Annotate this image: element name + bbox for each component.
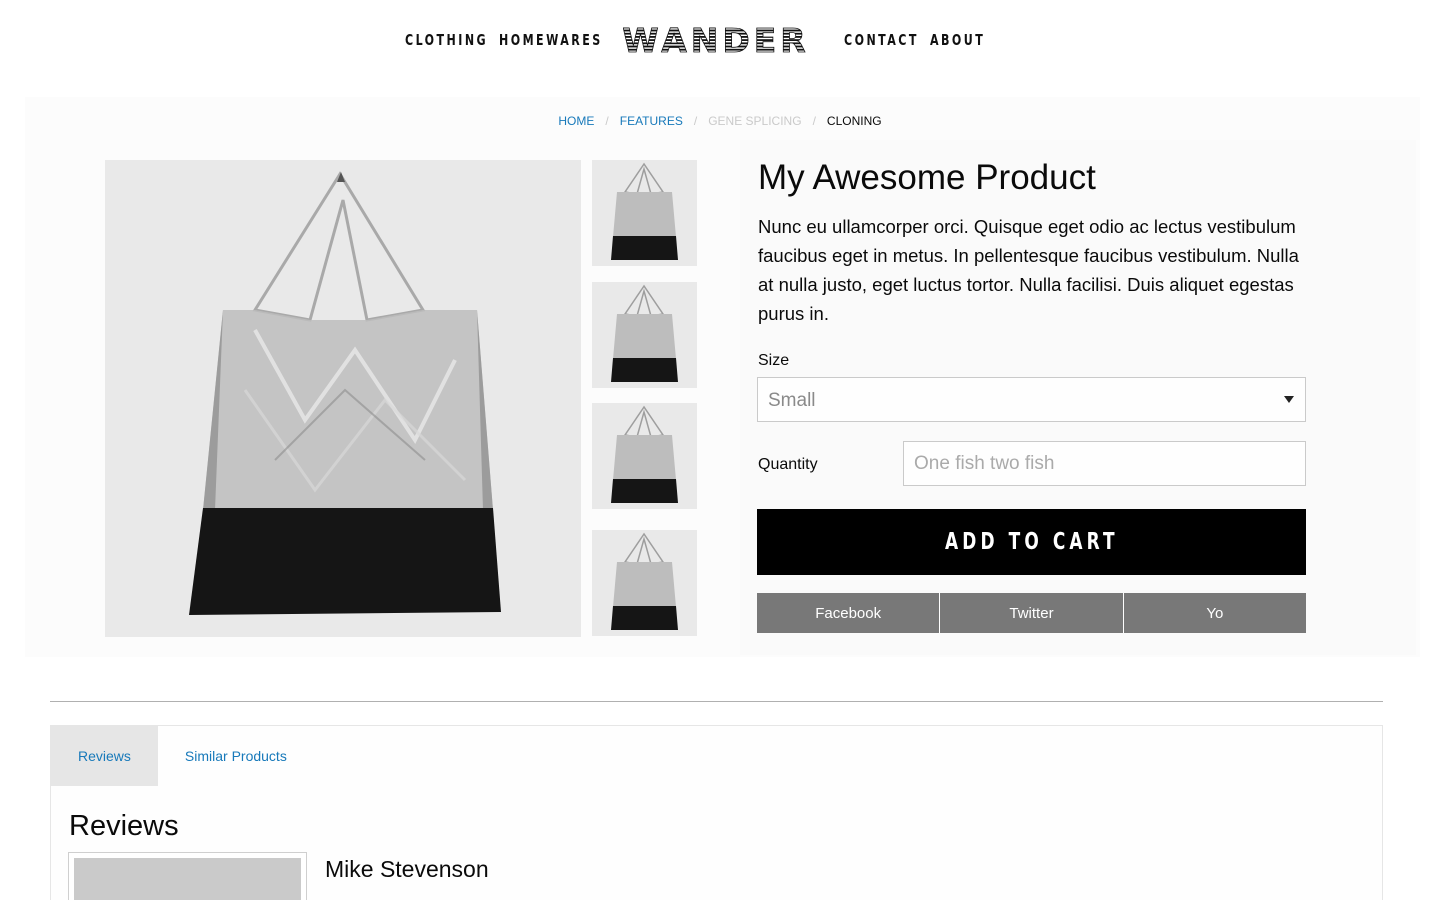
tab-similar-products[interactable]: Similar Products xyxy=(158,726,314,786)
size-label: Size xyxy=(758,352,790,369)
top-nav: CLOTHING HOMEWARES WANDER CONTACT ABOUT xyxy=(0,0,1440,80)
quantity-input[interactable] xyxy=(903,441,1306,486)
size-select[interactable]: Small xyxy=(757,377,1306,422)
nav-link-about[interactable]: ABOUT xyxy=(930,31,985,49)
product-thumbnail[interactable] xyxy=(592,282,697,388)
breadcrumb-home[interactable]: HOME xyxy=(558,114,594,128)
avatar xyxy=(68,852,307,900)
add-to-cart-label: ADD TO CART xyxy=(944,529,1119,555)
tab-reviews[interactable]: Reviews xyxy=(51,726,158,786)
product-thumbnail[interactable] xyxy=(592,160,697,266)
section-divider xyxy=(50,701,1383,702)
breadcrumb: HOME / FEATURES / GENE SPLICING / CLONING xyxy=(0,114,1440,128)
bag-thumbnail-icon xyxy=(611,162,678,260)
share-facebook-button[interactable]: Facebook xyxy=(757,593,940,633)
reviewer-name: Mike Stevenson xyxy=(325,856,489,882)
nav-link-clothing[interactable]: CLOTHING xyxy=(405,31,488,49)
product-thumbnail[interactable] xyxy=(592,403,697,509)
share-twitter-button[interactable]: Twitter xyxy=(939,593,1123,633)
product-thumbnail[interactable] xyxy=(592,530,697,636)
share-yo-button[interactable]: Yo xyxy=(1122,593,1306,633)
chevron-down-icon xyxy=(1284,396,1294,403)
nav-link-homewares[interactable]: HOMEWARES xyxy=(499,31,603,49)
breadcrumb-separator: / xyxy=(693,114,698,128)
size-selected-value: Small xyxy=(768,390,816,411)
product-tabs: Reviews Similar Products xyxy=(50,725,1383,787)
logo-text: WANDER xyxy=(623,21,809,60)
breadcrumb-gene-splicing: GENE SPLICING xyxy=(708,114,802,128)
add-to-cart-button[interactable]: ADD TO CART xyxy=(757,509,1306,575)
bag-thumbnail-icon xyxy=(611,405,678,503)
wander-logo[interactable]: WANDER xyxy=(623,20,809,60)
nav-link-contact[interactable]: CONTACT xyxy=(844,31,919,49)
share-buttons: Facebook Twitter Yo xyxy=(757,593,1306,633)
breadcrumb-features[interactable]: FEATURES xyxy=(620,114,683,128)
product-main-image[interactable] xyxy=(105,160,581,637)
product-title: My Awesome Product xyxy=(758,158,1096,197)
bag-thumbnail-icon xyxy=(611,532,678,630)
breadcrumb-cloning: CLONING xyxy=(826,114,882,128)
breadcrumb-separator: / xyxy=(605,114,609,128)
breadcrumb-separator: / xyxy=(812,114,816,128)
quantity-label: Quantity xyxy=(758,456,818,473)
bag-thumbnail-icon xyxy=(611,284,678,382)
product-description: Nunc eu ullamcorper orci. Quisque eget o… xyxy=(758,216,1299,324)
reviews-heading: Reviews xyxy=(69,810,179,842)
avatar-placeholder xyxy=(74,858,301,900)
bag-photo-icon xyxy=(189,171,501,615)
